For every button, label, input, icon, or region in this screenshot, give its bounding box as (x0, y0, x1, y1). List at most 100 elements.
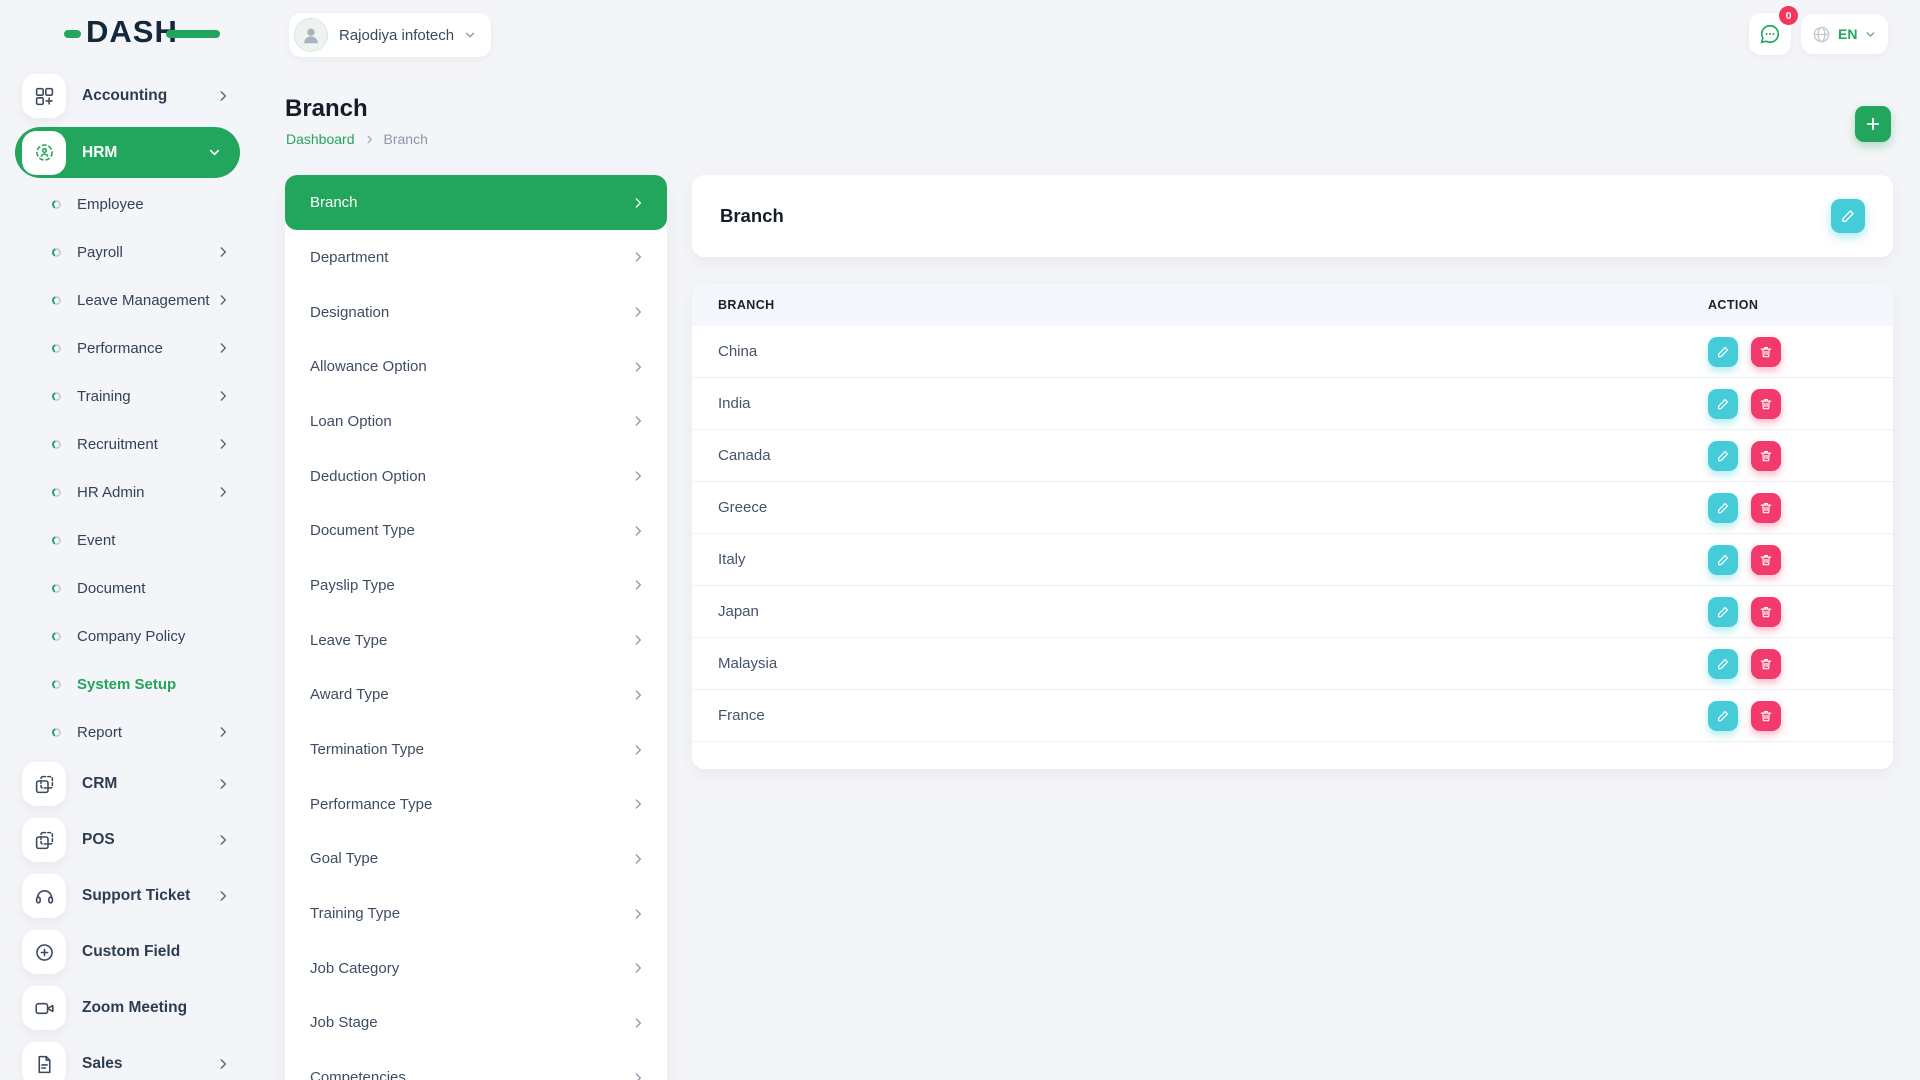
sidebar-item-hrm[interactable]: HRM (15, 127, 240, 178)
setup-menu-item-loan-option[interactable]: Loan Option (285, 394, 667, 449)
setup-menu-item-label: Allowance Option (310, 358, 427, 375)
sidebar-item-label: Event (77, 532, 115, 549)
branch-name-cell: Japan (692, 603, 1702, 620)
edit-canada-button[interactable] (1708, 441, 1738, 471)
support-ticket-icon (22, 874, 66, 918)
bullet-icon (52, 296, 61, 305)
sidebar-item-hr-admin[interactable]: HR Admin (0, 468, 250, 516)
setup-menu-item-label: Designation (310, 304, 389, 321)
setup-menu-item-label: Performance Type (310, 796, 432, 813)
setup-menu-item-termination-type[interactable]: Termination Type (285, 722, 667, 777)
logo-bar-accent (166, 30, 220, 38)
custom-field-icon (22, 930, 66, 974)
chevron-right-icon (631, 633, 645, 647)
setup-menu-item-designation[interactable]: Designation (285, 285, 667, 340)
row-actions (1702, 493, 1893, 523)
setup-menu-item-training-type[interactable]: Training Type (285, 886, 667, 941)
chevron-right-icon (631, 1016, 645, 1030)
sidebar-item-report[interactable]: Report (0, 708, 250, 756)
sidebar-item-accounting[interactable]: Accounting (0, 68, 250, 124)
row-actions (1702, 389, 1893, 419)
delete-france-button[interactable] (1751, 701, 1781, 731)
chevron-right-icon (216, 437, 230, 451)
edit-china-button[interactable] (1708, 337, 1738, 367)
page-title: Branch (285, 95, 368, 123)
delete-malaysia-button[interactable] (1751, 649, 1781, 679)
sidebar-item-payroll[interactable]: Payroll (0, 228, 250, 276)
sidebar-item-label: Document (77, 580, 145, 597)
setup-menu-item-deduction-option[interactable]: Deduction Option (285, 449, 667, 504)
edit-malaysia-button[interactable] (1708, 649, 1738, 679)
panel-edit-button[interactable] (1831, 199, 1865, 233)
sidebar-item-support-ticket[interactable]: Support Ticket (0, 868, 250, 924)
chevron-right-icon (631, 360, 645, 374)
delete-italy-button[interactable] (1751, 545, 1781, 575)
table-row-canada: Canada (692, 430, 1893, 482)
sidebar-item-training[interactable]: Training (0, 372, 250, 420)
delete-china-button[interactable] (1751, 337, 1781, 367)
sidebar-item-employee[interactable]: Employee (0, 180, 250, 228)
sidebar-item-pos[interactable]: POS (0, 812, 250, 868)
breadcrumb-current: Branch (384, 131, 428, 147)
edit-italy-button[interactable] (1708, 545, 1738, 575)
logo-text: DASH (86, 16, 178, 47)
delete-canada-button[interactable] (1751, 441, 1781, 471)
setup-menu-item-document-type[interactable]: Document Type (285, 503, 667, 558)
language-dropdown[interactable]: EN (1801, 14, 1888, 54)
setup-menu-item-leave-type[interactable]: Leave Type (285, 613, 667, 668)
chat-bubble-icon (1759, 23, 1781, 45)
messages-button[interactable]: 0 (1749, 13, 1791, 55)
setup-menu-item-label: Termination Type (310, 741, 424, 758)
bullet-icon (52, 488, 61, 497)
sidebar-item-custom-field[interactable]: Custom Field (0, 924, 250, 980)
workspace-dropdown[interactable]: Rajodiya infotech (289, 13, 491, 57)
sidebar-item-document[interactable]: Document (0, 564, 250, 612)
column-header-action: ACTION (1702, 298, 1893, 312)
setup-menu-item-payslip-type[interactable]: Payslip Type (285, 558, 667, 613)
setup-menu-item-award-type[interactable]: Award Type (285, 668, 667, 723)
sidebar-item-label: Performance (77, 340, 163, 357)
pencil-icon (1840, 208, 1856, 224)
setup-menu-item-label: Branch (310, 194, 358, 211)
add-branch-button[interactable] (1855, 106, 1891, 142)
bullet-icon (52, 200, 61, 209)
sidebar-item-event[interactable]: Event (0, 516, 250, 564)
edit-greece-button[interactable] (1708, 493, 1738, 523)
setup-menu-item-branch[interactable]: Branch (285, 175, 667, 230)
chevron-right-icon (216, 1057, 230, 1071)
row-actions (1702, 441, 1893, 471)
setup-menu-item-label: Goal Type (310, 850, 378, 867)
setup-menu-item-goal-type[interactable]: Goal Type (285, 832, 667, 887)
sales-icon (22, 1042, 66, 1080)
chevron-right-icon (631, 743, 645, 757)
setup-menu-item-job-category[interactable]: Job Category (285, 941, 667, 996)
sidebar-item-recruitment[interactable]: Recruitment (0, 420, 250, 468)
sidebar-item-label: POS (82, 831, 115, 849)
sidebar-item-system-setup[interactable]: System Setup (0, 660, 250, 708)
sidebar-item-zoom-meeting[interactable]: Zoom Meeting (0, 980, 250, 1036)
setup-menu-item-department[interactable]: Department (285, 230, 667, 285)
branch-name-cell: Italy (692, 551, 1702, 568)
breadcrumb-dashboard-link[interactable]: Dashboard (286, 131, 355, 147)
sidebar-item-leave-management[interactable]: Leave Management (0, 276, 250, 324)
edit-india-button[interactable] (1708, 389, 1738, 419)
edit-france-button[interactable] (1708, 701, 1738, 731)
setup-menu-item-job-stage[interactable]: Job Stage (285, 996, 667, 1051)
setup-menu-item-allowance-option[interactable]: Allowance Option (285, 339, 667, 394)
chevron-right-icon (631, 414, 645, 428)
delete-japan-button[interactable] (1751, 597, 1781, 627)
sidebar-item-performance[interactable]: Performance (0, 324, 250, 372)
sidebar-item-company-policy[interactable]: Company Policy (0, 612, 250, 660)
sidebar-item-label: Recruitment (77, 436, 158, 453)
sidebar-item-sales[interactable]: Sales (0, 1036, 250, 1080)
chevron-right-icon (631, 797, 645, 811)
avatar (294, 18, 328, 52)
logo-dash-accent (64, 30, 81, 38)
table-row-italy: Italy (692, 534, 1893, 586)
delete-greece-button[interactable] (1751, 493, 1781, 523)
edit-japan-button[interactable] (1708, 597, 1738, 627)
sidebar-item-crm[interactable]: CRM (0, 756, 250, 812)
delete-india-button[interactable] (1751, 389, 1781, 419)
setup-menu-item-competencies[interactable]: Competencies (285, 1050, 667, 1080)
setup-menu-item-performance-type[interactable]: Performance Type (285, 777, 667, 832)
